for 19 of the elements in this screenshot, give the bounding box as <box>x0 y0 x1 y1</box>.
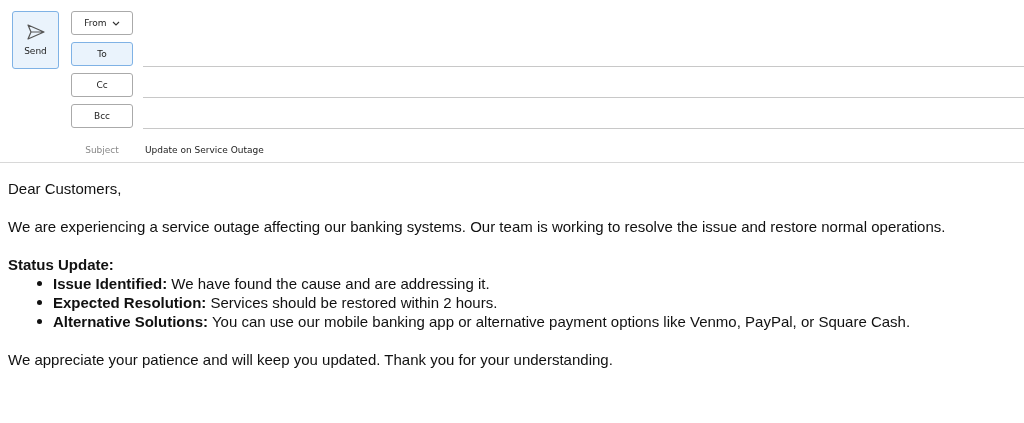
address-button[interactable]: From <box>71 11 133 35</box>
caret-icon <box>111 20 120 26</box>
address-button[interactable]: Bcc <box>71 104 133 128</box>
address-button[interactable]: Cc <box>71 73 133 97</box>
bullet-text: Issue Identified: We have found the cause and are addressing it. <box>53 274 490 293</box>
bullet-text: Alternative Solutions: You can use our mobile banking app or alternative payment options like Venmo, PayPal, or Square Cash. <box>53 312 911 331</box>
bullet-dot <box>37 319 42 324</box>
bullet-dot <box>37 300 42 305</box>
bullet-dot <box>37 281 42 286</box>
send-button[interactable]: Send <box>12 11 59 69</box>
subject-label: Subject <box>84 145 120 155</box>
address-button[interactable]: To <box>71 42 133 66</box>
greeting-text: Dear Customers, <box>8 179 123 198</box>
paragraph: We are experiencing a service outage affecting our banking systems. Our team is working to resolve the issue and restore normal operations. <box>8 217 947 236</box>
subject-field[interactable]: Update on Service Outage <box>145 145 264 155</box>
bullet-text: Expected Resolution: Services should be restored within 2 hours. <box>53 293 498 312</box>
section-heading: Status Update: <box>8 255 115 274</box>
send-icon <box>25 24 46 40</box>
paragraph: We appreciate your patience and will keep you updated. Thank you for your understanding. <box>8 350 614 369</box>
